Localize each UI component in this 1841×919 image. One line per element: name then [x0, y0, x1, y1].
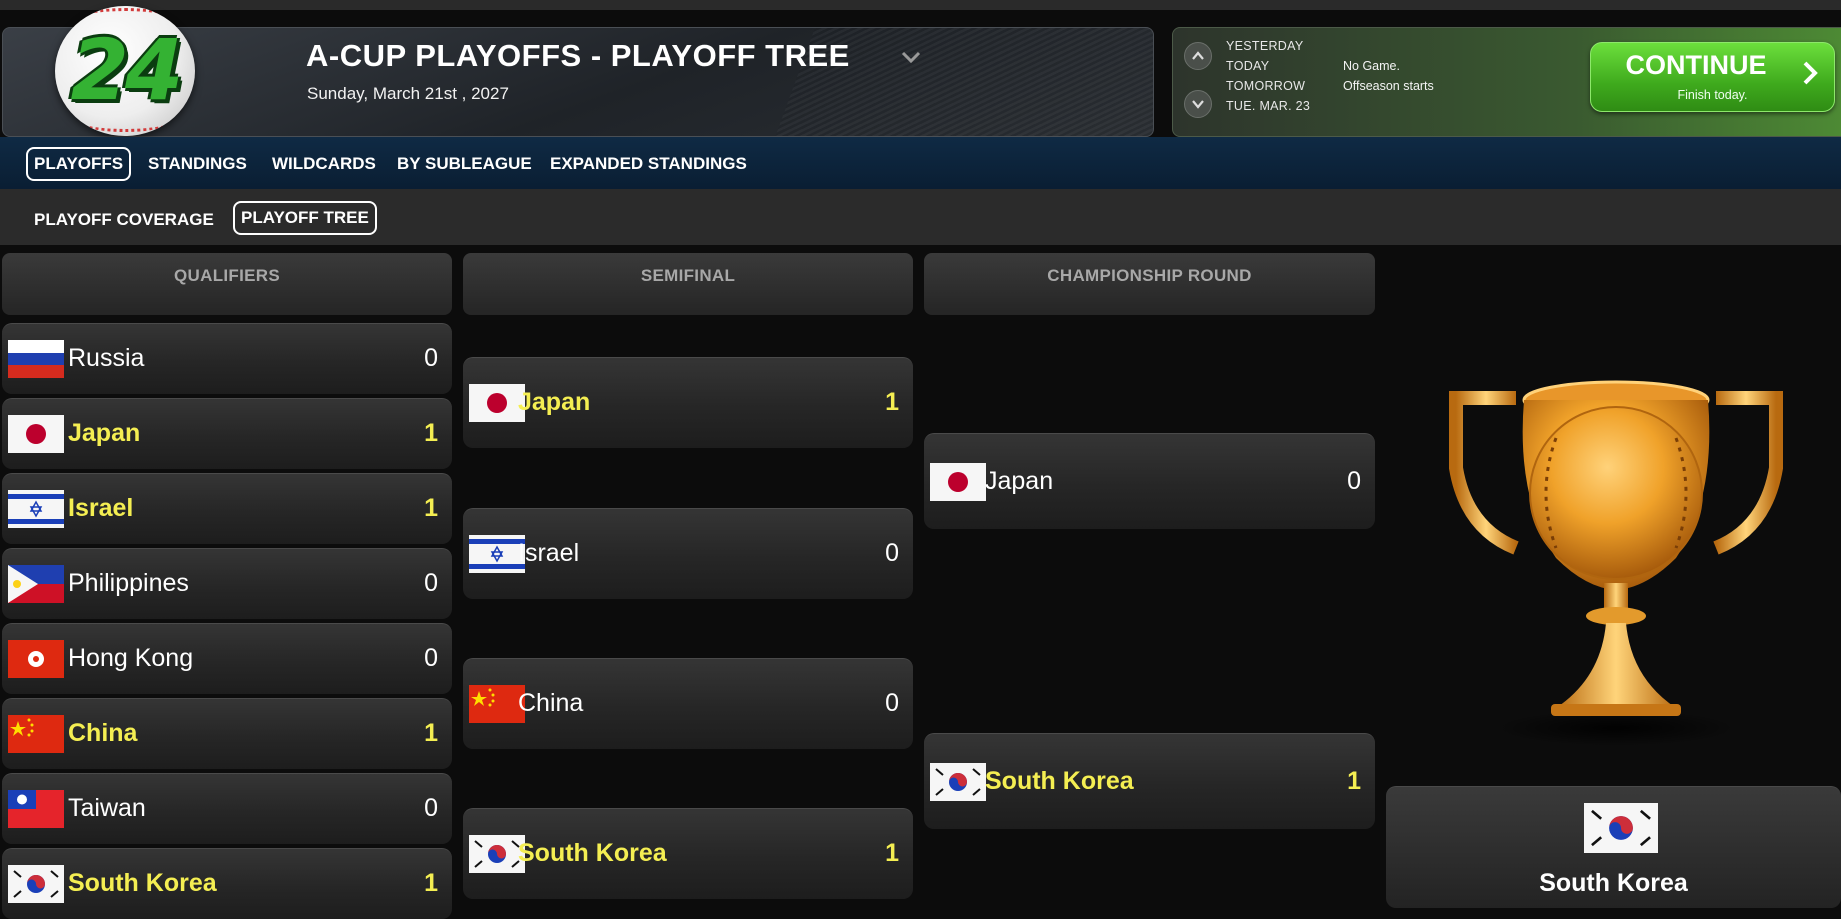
- game-logo: 24: [55, 6, 195, 136]
- team-name: Hong Kong: [68, 644, 194, 672]
- semifinal-team-row[interactable]: South Korea 1: [463, 808, 913, 899]
- team-name: Israel: [518, 539, 580, 567]
- japan-flag-icon: [8, 415, 64, 453]
- tab-expanded-standings[interactable]: EXPANDED STANDINGS: [550, 154, 747, 174]
- southkorea-flag-icon: [8, 865, 64, 903]
- chevron-up-icon: [1192, 51, 1204, 60]
- team-name: South Korea: [518, 839, 667, 867]
- team-score: 1: [424, 494, 438, 522]
- logo-text: 24: [70, 21, 184, 119]
- page-date: Sunday, March 21st , 2027: [307, 84, 509, 103]
- qualifiers-team-row[interactable]: Philippines 0: [2, 548, 452, 619]
- trophy-icon: [1449, 380, 1783, 746]
- team-score: 0: [885, 539, 899, 567]
- sub-tab-bar: PLAYOFF COVERAGE PLAYOFF TREE: [0, 189, 1841, 245]
- calendar-tomorrow-note: Offseason starts: [1343, 79, 1434, 93]
- team-score: 1: [885, 388, 899, 416]
- chevron-right-icon: [1803, 61, 1818, 85]
- championship-team-row[interactable]: Japan 0: [924, 433, 1375, 529]
- team-name: Japan: [68, 419, 141, 447]
- team-name: Japan: [985, 466, 1054, 495]
- team-name: Taiwan: [68, 794, 146, 822]
- semifinal-team-row[interactable]: Japan 1: [463, 357, 913, 448]
- team-score: 0: [1347, 466, 1361, 495]
- calendar-tomorrow-label[interactable]: TOMORROW: [1226, 79, 1305, 93]
- championship-team-row[interactable]: South Korea 1: [924, 733, 1375, 829]
- team-name: Russia: [68, 344, 145, 372]
- continue-sublabel: Finish today.: [1677, 88, 1748, 102]
- hongkong-flag-icon: [8, 640, 64, 678]
- column-header-championship: CHAMPIONSHIP ROUND: [924, 253, 1375, 315]
- semifinal-team-row[interactable]: Israel 0: [463, 508, 913, 599]
- champion-name: South Korea: [1539, 869, 1688, 897]
- tab-playoff-tree[interactable]: PLAYOFF TREE: [233, 201, 377, 235]
- team-name: South Korea: [985, 766, 1134, 795]
- qualifiers-team-row[interactable]: Japan 1: [2, 398, 452, 469]
- team-score: 1: [1347, 766, 1361, 795]
- calendar-today-label[interactable]: TODAY: [1226, 59, 1269, 73]
- calendar-next-label[interactable]: TUE. MAR. 23: [1226, 99, 1310, 113]
- japan-flag-icon: [469, 384, 525, 422]
- champion-flag-icon: [1584, 803, 1658, 853]
- continue-label: CONTINUE: [1625, 50, 1767, 80]
- japan-flag-icon: [930, 462, 986, 501]
- calendar-today-note: No Game.: [1343, 59, 1400, 73]
- southkorea-flag-icon: [469, 835, 525, 873]
- top-strip: [0, 0, 1841, 10]
- continue-button[interactable]: CONTINUE Finish today.: [1590, 42, 1835, 112]
- qualifiers-team-row[interactable]: Israel 1: [2, 473, 452, 544]
- tab-playoff-coverage[interactable]: PLAYOFF COVERAGE: [34, 210, 214, 230]
- tab-playoffs[interactable]: PLAYOFFS: [26, 147, 132, 181]
- team-score: 0: [424, 644, 438, 672]
- semifinal-team-row[interactable]: China 0: [463, 658, 913, 749]
- philippines-flag-icon: [8, 565, 64, 603]
- qualifiers-team-row[interactable]: Russia 0: [2, 323, 452, 394]
- qualifiers-team-row[interactable]: Taiwan 0: [2, 773, 452, 844]
- china-flag-icon: [469, 685, 525, 723]
- israel-flag-icon: [8, 490, 64, 528]
- main-tab-bar: PLAYOFFS STANDINGS WILDCARDS BY SUBLEAGU…: [0, 137, 1841, 189]
- team-score: 1: [424, 419, 438, 447]
- qualifiers-team-row[interactable]: Hong Kong 0: [2, 623, 452, 694]
- team-score: 1: [885, 839, 899, 867]
- tab-standings[interactable]: STANDINGS: [148, 154, 247, 174]
- champion-panel: South Korea: [1386, 786, 1841, 908]
- southkorea-flag-icon: [930, 762, 986, 801]
- team-score: 0: [424, 569, 438, 597]
- chevron-down-icon[interactable]: [900, 46, 922, 68]
- tab-wildcards[interactable]: WILDCARDS: [272, 154, 376, 174]
- qualifiers-team-row[interactable]: China 1: [2, 698, 452, 769]
- team-name: China: [518, 689, 584, 717]
- team-name: China: [68, 719, 138, 747]
- column-header-qualifiers: QUALIFIERS: [2, 253, 452, 315]
- china-flag-icon: [8, 715, 64, 753]
- team-score: 1: [424, 719, 438, 747]
- team-name: Israel: [68, 494, 134, 522]
- russia-flag-icon: [8, 340, 64, 378]
- qualifiers-team-row[interactable]: South Korea 1: [2, 848, 452, 919]
- taiwan-flag-icon: [8, 790, 64, 828]
- team-name: Japan: [518, 388, 591, 416]
- chevron-down-icon: [1192, 100, 1204, 109]
- column-header-semifinal: SEMIFINAL: [463, 253, 913, 315]
- page-title: A-CUP PLAYOFFS - PLAYOFF TREE: [306, 38, 850, 73]
- team-score: 1: [424, 869, 438, 897]
- team-score: 0: [885, 689, 899, 717]
- team-score: 0: [424, 794, 438, 822]
- tab-by-subleague[interactable]: BY SUBLEAGUE: [397, 154, 532, 174]
- calendar-yesterday-label[interactable]: YESTERDAY: [1226, 39, 1304, 53]
- calendar-down-button[interactable]: [1184, 90, 1212, 118]
- team-score: 0: [424, 344, 438, 372]
- calendar-up-button[interactable]: [1184, 42, 1212, 70]
- team-name: Philippines: [68, 569, 189, 597]
- israel-flag-icon: [469, 535, 525, 573]
- team-name: South Korea: [68, 869, 217, 897]
